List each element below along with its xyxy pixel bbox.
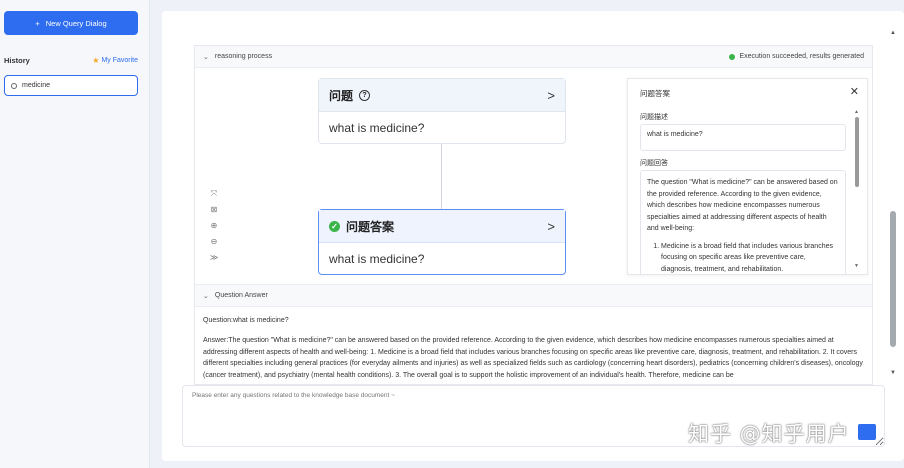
zoom-out-icon[interactable]: ⊖ [211,236,218,247]
plus-icon: + [35,18,40,28]
node-connector [441,144,442,209]
answer-text: Answer:The question "What is medicine?" … [203,337,863,379]
my-favorite-label: My Favorite [101,56,138,64]
answer-point: Medicine is a broad field that includes … [661,241,839,275]
scroll-up-icon[interactable]: ▲ [854,109,859,115]
answer-content: The question "What is medicine?" can be … [640,170,846,275]
chevron-down-icon: ⌄ [203,292,209,300]
chevron-right-icon[interactable]: > [547,88,555,103]
question-node-body: what is medicine? [329,121,425,135]
answer-node[interactable]: ✓ 问题答案 > what is medicine? [318,209,566,275]
scroll-down-icon[interactable]: ▼ [854,263,859,269]
answer-detail-panel: 问题答案 ✕ 问题描述 what is medicine? 问题回答 The q… [627,78,868,275]
scroll-down-icon[interactable]: ▼ [890,370,896,376]
circle-icon [11,82,17,89]
close-icon[interactable]: ✕ [850,85,859,98]
question-answer-header[interactable]: ⌄ Question Answer [195,284,872,307]
answer-node-title: 问题答案 [346,219,395,234]
chevron-down-icon: ⌄ [203,53,209,61]
question-node-title: 问题 [329,88,354,103]
zoom-controls: ⤧ ⊠ ⊕ ⊖ ≫ [207,188,221,263]
watermark: 知乎 @知乎用户 [688,422,850,446]
new-query-dialog-button[interactable]: + New Query Dialog [4,11,138,35]
star-icon: ★ [92,55,100,65]
history-item-label: medicine [22,82,51,89]
my-favorite-link[interactable]: ★ My Favorite [92,56,138,65]
status-indicator: Execution succeeded, results generated [729,53,864,60]
reasoning-header[interactable]: ⌄ reasoning process Execution succeeded,… [195,46,872,68]
reasoning-header-label: reasoning process [214,53,273,60]
sidebar: + New Query Dialog History ★ My Favorite… [0,0,150,468]
zoom-in-icon[interactable]: ⊕ [211,220,218,231]
answer-intro: The question "What is medicine?" can be … [647,179,838,232]
question-answer-label: Question Answer [214,292,268,299]
question-circle-icon: ? [359,89,371,101]
scrollbar-thumb[interactable] [855,117,859,187]
check-circle-icon: ✓ [329,220,340,232]
scroll-up-icon[interactable]: ▲ [890,30,896,36]
answer-label: 问题回答 [640,160,668,167]
fit-screen-icon[interactable]: ⤧ [211,188,217,199]
history-title: History [4,55,30,65]
reset-icon[interactable]: ⊠ [211,204,218,215]
answer-panel-scrollbar[interactable]: ▲ ▼ [854,109,859,269]
history-header: History ★ My Favorite [4,54,138,66]
collapse-icon[interactable]: ≫ [210,252,218,263]
new-query-dialog-label: New Query Dialog [45,18,107,28]
send-button[interactable] [858,424,876,440]
scrollbar-thumb[interactable] [890,211,896,347]
status-text: Execution succeeded, results generated [739,53,864,60]
question-node[interactable]: 问题 ? > what is medicine? [318,78,566,144]
chevron-right-icon[interactable]: > [547,219,555,234]
answer-panel-title: 问题答案 [640,89,670,98]
page-scrollbar[interactable]: ▲ ▼ [889,30,897,376]
history-item[interactable]: medicine [4,75,138,96]
reasoning-panel: ⌄ reasoning process Execution succeeded,… [194,45,873,385]
question-desc-label: 问题描述 [640,114,668,121]
success-dot-icon [729,53,736,60]
question-desc-value: what is medicine? [640,124,846,151]
question-line: Question:what is medicine? [203,317,289,324]
answer-node-body: what is medicine? [329,252,425,266]
